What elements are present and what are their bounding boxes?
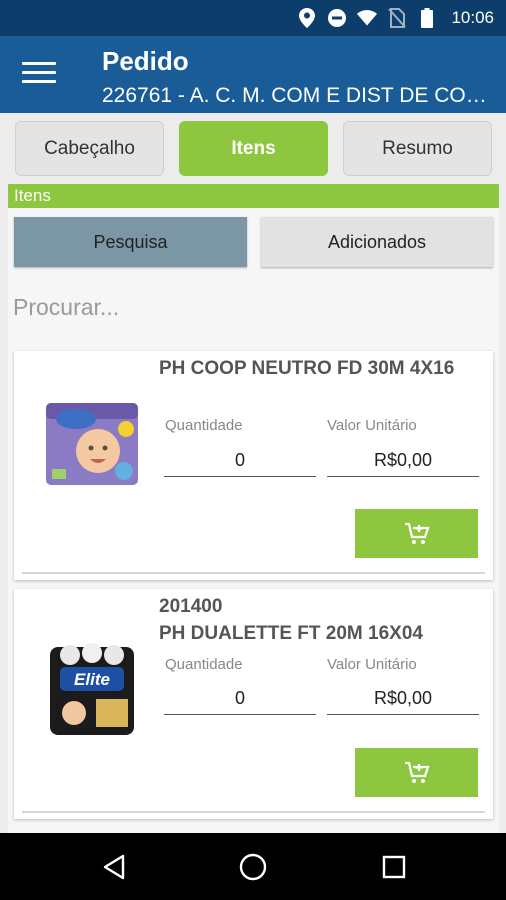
recents-icon[interactable]	[377, 850, 411, 884]
add-to-cart-button[interactable]	[355, 748, 478, 797]
search-input[interactable]	[13, 290, 483, 324]
product-name: PH COOP NEUTRO FD 30M 4X16	[159, 358, 455, 379]
product-card: PH COOP NEUTRO FD 30M 4X16 Quantidade Va…	[14, 351, 493, 580]
location-icon	[297, 8, 317, 28]
order-tabs: Cabeçalho Itens Resumo	[0, 113, 506, 181]
back-icon[interactable]	[97, 850, 131, 884]
product-card: Elite 201400 PH DUALETTE FT 20M 16X04 Qu…	[14, 589, 493, 819]
subtab-adicionados[interactable]: Adicionados	[261, 217, 493, 267]
quantity-field[interactable]: 0	[164, 688, 316, 715]
app-bar: Pedido 226761 - A. C. M. COM E DIST DE C…	[0, 36, 506, 113]
add-cart-icon	[404, 761, 430, 783]
product-name: 201400 PH DUALETTE FT 20M 16X04	[159, 596, 423, 644]
toilet-paper-package-image: Elite	[44, 641, 140, 746]
dnd-icon	[327, 8, 347, 28]
tab-resumo[interactable]: Resumo	[343, 121, 492, 176]
subtab-pesquisa[interactable]: Pesquisa	[14, 217, 247, 267]
add-cart-icon	[404, 522, 430, 544]
system-nav-bar	[0, 833, 506, 900]
unit-price-field[interactable]: R$0,00	[327, 450, 479, 477]
svg-text:Elite: Elite	[74, 670, 110, 689]
items-panel: Pesquisa Adicionados PH COOP NEUTRO FD 3…	[8, 208, 499, 833]
status-time: 10:06	[451, 8, 494, 27]
diaper-package-image	[44, 399, 140, 494]
status-bar: 10:06	[0, 0, 506, 36]
unit-price-field[interactable]: R$0,00	[327, 688, 479, 715]
quantity-label: Quantidade	[165, 656, 243, 673]
quantity-field[interactable]: 0	[164, 450, 316, 477]
quantity-label: Quantidade	[165, 417, 243, 434]
tab-itens[interactable]: Itens	[179, 121, 328, 176]
page-title: Pedido	[102, 46, 189, 76]
page-subtitle: 226761 - A. C. M. COM E DIST DE COMERCIO	[102, 84, 492, 107]
menu-icon[interactable]	[22, 62, 56, 88]
section-title: Itens	[8, 184, 499, 208]
unit-price-label: Valor Unitário	[327, 656, 417, 673]
unit-price-label: Valor Unitário	[327, 417, 417, 434]
no-sim-icon	[387, 8, 407, 28]
wifi-icon	[357, 8, 378, 28]
tab-cabecalho[interactable]: Cabeçalho	[15, 121, 164, 176]
add-to-cart-button[interactable]	[355, 509, 478, 558]
battery-icon	[417, 8, 437, 28]
home-icon[interactable]	[236, 850, 270, 884]
